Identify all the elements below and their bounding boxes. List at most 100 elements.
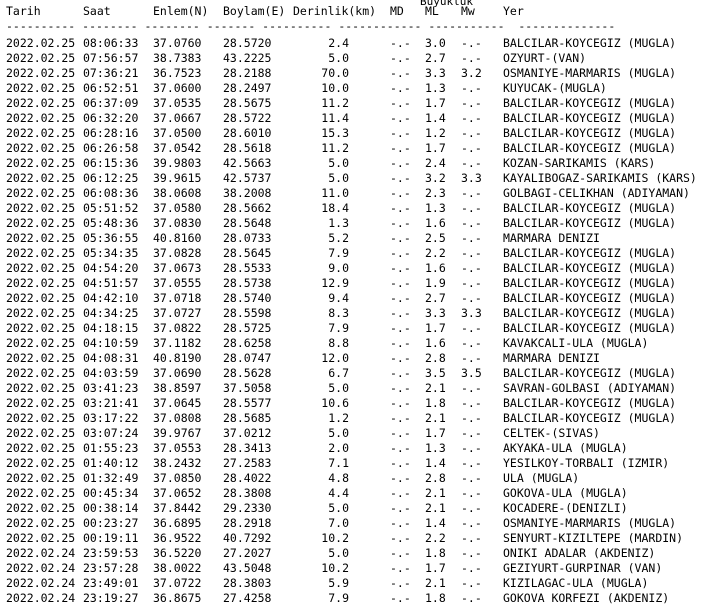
time-cell: 23:57:28 — [83, 561, 139, 575]
time-cell: 05:51:52 — [83, 201, 139, 215]
latitude-cell: 37.0690 — [153, 366, 202, 380]
time-cell: 01:32:49 — [83, 471, 139, 485]
mw-cell: -.- — [461, 396, 482, 410]
longitude-cell: 43.2225 — [223, 51, 272, 65]
md-cell: -.- — [390, 381, 411, 395]
latitude-cell: 36.9522 — [153, 531, 202, 545]
location-cell: GEZIYURT-GURPINAR (VAN) — [503, 561, 663, 575]
longitude-cell: 28.5722 — [223, 111, 272, 125]
date-cell: 2022.02.24 — [6, 546, 76, 560]
mw-cell: -.- — [461, 561, 482, 575]
time-cell: 06:32:20 — [83, 111, 139, 125]
table-row: 2022.02.25 06:32:20 37.0667 28.5722 11.4 -.- 1… — [0, 111, 724, 126]
md-cell: -.- — [390, 36, 411, 50]
mw-cell: -.- — [461, 576, 482, 590]
table-row: 2022.02.25 01:55:23 37.0553 28.3413 2.0 -.- 1.… — [0, 441, 724, 456]
date-cell: 2022.02.25 — [6, 426, 76, 440]
depth-cell: 70.0 — [321, 66, 349, 80]
time-cell: 00:38:14 — [83, 501, 139, 515]
time-cell: 03:41:23 — [83, 381, 139, 395]
time-cell: 00:23:27 — [83, 516, 139, 530]
mw-cell: -.- — [461, 51, 482, 65]
mw-cell: -.- — [461, 441, 482, 455]
latitude-cell: 37.1182 — [153, 336, 202, 350]
md-cell: -.- — [390, 591, 411, 605]
longitude-cell: 28.5628 — [223, 366, 272, 380]
date-cell: 2022.02.25 — [6, 321, 76, 335]
date-cell: 2022.02.25 — [6, 501, 76, 515]
date-cell: 2022.02.25 — [6, 486, 76, 500]
depth-cell: 10.2 — [321, 561, 349, 575]
table-row: 2022.02.25 06:15:36 39.9803 42.5663 5.0 -.- 2.… — [0, 156, 724, 171]
longitude-cell: 28.5738 — [223, 276, 272, 290]
mw-cell: -.- — [461, 591, 482, 605]
ml-cell: 3.3 — [425, 306, 446, 320]
location-cell: GOLBAGI-CELIKHAN (ADIYAMAN) — [503, 186, 690, 200]
location-cell: BALCILAR-KOYCEGIZ (MUGLA) — [503, 306, 677, 320]
mw-cell: -.- — [461, 321, 482, 335]
latitude-cell: 37.0727 — [153, 306, 202, 320]
longitude-cell: 27.2583 — [223, 456, 272, 470]
ml-cell: 1.7 — [425, 426, 446, 440]
location-cell: CELTEK-(SIVAS) — [503, 426, 600, 440]
latitude-cell: 37.0830 — [153, 216, 202, 230]
mw-cell: -.- — [461, 81, 482, 95]
location-cell: BALCILAR-KOYCEGIZ (MUGLA) — [503, 126, 677, 140]
longitude-cell: 28.5740 — [223, 291, 272, 305]
longitude-cell: 42.5663 — [223, 156, 272, 170]
ml-cell: 2.3 — [425, 186, 446, 200]
md-cell: -.- — [390, 231, 411, 245]
table-row: 2022.02.25 03:17:22 37.0808 28.5685 1.2 -.- 2.… — [0, 411, 724, 426]
mw-cell: -.- — [461, 516, 482, 530]
location-cell: BALCILAR-KOYCEGIZ (MUGLA) — [503, 291, 677, 305]
md-cell: -.- — [390, 561, 411, 575]
mw-cell: -.- — [461, 486, 482, 500]
time-cell: 04:51:57 — [83, 276, 139, 290]
location-cell: MARMARA DENIZI — [503, 231, 600, 245]
col-date-header: Tarih — [6, 4, 41, 18]
md-cell: -.- — [390, 576, 411, 590]
mw-cell: -.- — [461, 156, 482, 170]
latitude-cell: 36.5220 — [153, 546, 202, 560]
ml-cell: 2.7 — [425, 51, 446, 65]
longitude-cell: 28.5648 — [223, 216, 272, 230]
table-row: 2022.02.25 00:23:27 36.6895 28.2918 7.0 -.- 1.… — [0, 516, 724, 531]
ml-cell: 1.2 — [425, 126, 446, 140]
latitude-cell: 39.9803 — [153, 156, 202, 170]
header-row: Buyukluk Tarih Saat Enlem(N) Boylam(E) D… — [0, 0, 724, 19]
md-cell: -.- — [390, 96, 411, 110]
depth-cell: 5.0 — [328, 156, 349, 170]
date-cell: 2022.02.25 — [6, 261, 76, 275]
md-cell: -.- — [390, 171, 411, 185]
latitude-cell: 38.0022 — [153, 561, 202, 575]
table-row: 2022.02.25 04:54:20 37.0673 28.5533 9.0 -.- 1.… — [0, 261, 724, 276]
depth-cell: 5.0 — [328, 501, 349, 515]
depth-cell: 2.0 — [328, 441, 349, 455]
table-row: 2022.02.25 04:03:59 37.0690 28.5628 6.7 -.- 3.… — [0, 366, 724, 381]
ml-cell: 1.7 — [425, 96, 446, 110]
time-cell: 23:19:27 — [83, 591, 139, 605]
mw-cell: -.- — [461, 96, 482, 110]
ml-cell: 2.8 — [425, 471, 446, 485]
md-cell: -.- — [390, 111, 411, 125]
location-cell: BALCILAR-KOYCEGIZ (MUGLA) — [503, 111, 677, 125]
separator-row: ---------- -------- -------- ------- ---… — [0, 19, 724, 34]
time-cell: 04:54:20 — [83, 261, 139, 275]
mw-cell: -.- — [461, 381, 482, 395]
md-cell: -.- — [390, 471, 411, 485]
ml-cell: 2.1 — [425, 501, 446, 515]
table-row: 2022.02.25 05:48:36 37.0830 28.5648 1.3 -.- 1.… — [0, 216, 724, 231]
depth-cell: 10.2 — [321, 531, 349, 545]
time-cell: 06:26:58 — [83, 141, 139, 155]
location-cell: MARMARA DENIZI — [503, 351, 600, 365]
date-cell: 2022.02.25 — [6, 201, 76, 215]
mw-cell: -.- — [461, 201, 482, 215]
table-row: 2022.02.25 04:10:59 37.1182 28.6258 8.8 -.- 1.… — [0, 336, 724, 351]
table-row: 2022.02.25 06:12:25 39.9615 42.5737 5.0 -.- 3.… — [0, 171, 724, 186]
depth-cell: 4.4 — [328, 486, 349, 500]
location-cell: OSMANIYE-MARMARIS (MUGLA) — [503, 66, 677, 80]
latitude-cell: 37.0760 — [153, 36, 202, 50]
ml-cell: 2.2 — [425, 531, 446, 545]
md-cell: -.- — [390, 396, 411, 410]
mw-cell: 3.3 — [461, 171, 482, 185]
